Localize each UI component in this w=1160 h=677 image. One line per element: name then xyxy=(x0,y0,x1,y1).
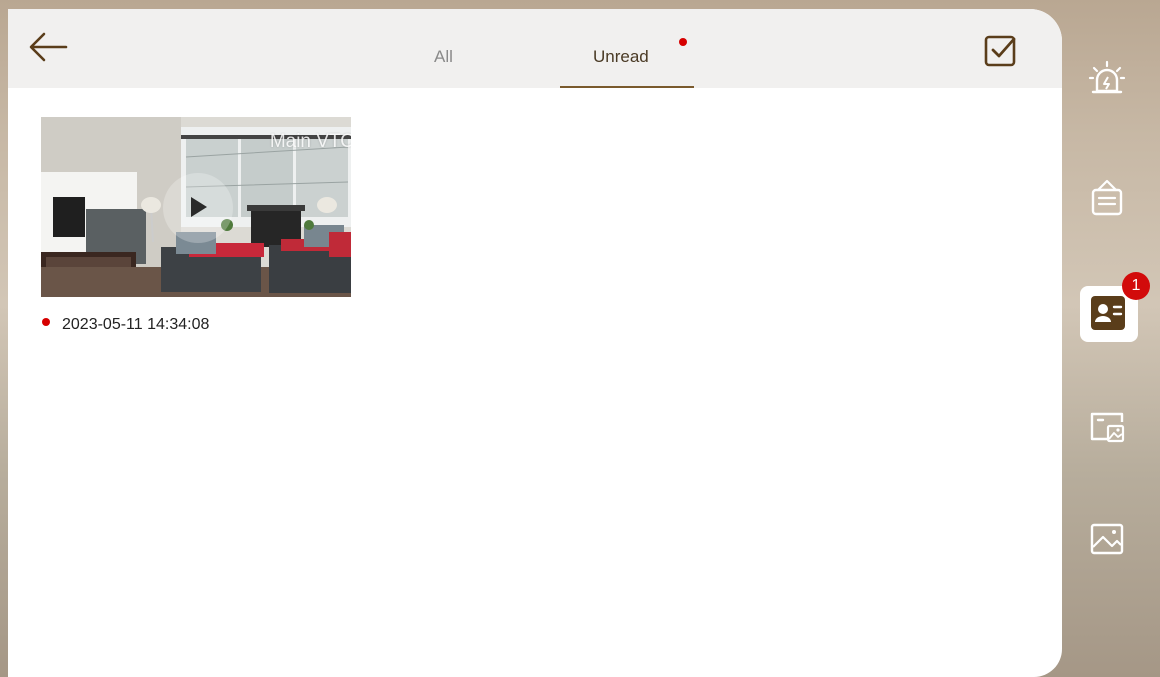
tab-unread[interactable]: Unread xyxy=(593,47,649,67)
top-bar: All Unread xyxy=(8,9,1062,88)
unread-dot xyxy=(42,318,50,326)
record-timestamp: 2023-05-11 14:34:08 xyxy=(62,316,210,333)
active-tab-underline xyxy=(560,86,694,88)
unread-indicator-dot xyxy=(679,38,687,46)
sidebar-item-notice[interactable] xyxy=(1088,178,1126,216)
record-thumbnail[interactable]: Main VTO xyxy=(41,117,351,297)
checkbox-icon xyxy=(984,35,1016,67)
alarm-icon xyxy=(1088,60,1126,94)
sidebar-item-pictures[interactable] xyxy=(1088,520,1126,558)
tab-all[interactable]: All xyxy=(434,47,453,67)
back-button[interactable] xyxy=(26,29,70,65)
unread-count-badge: 1 xyxy=(1122,272,1150,300)
channel-label: Main VTO xyxy=(269,131,351,152)
notice-board-icon xyxy=(1091,179,1123,216)
select-mode-button[interactable] xyxy=(982,33,1018,69)
arrow-left-icon xyxy=(29,32,68,62)
pictures-icon xyxy=(1090,523,1124,555)
sidebar-item-video-records[interactable] xyxy=(1088,408,1126,446)
video-records-icon xyxy=(1090,412,1125,443)
sidebar-item-alarm[interactable] xyxy=(1088,58,1126,96)
play-icon[interactable] xyxy=(191,197,207,217)
main-panel: All Unread Main VTO 2023-05-11 14:34:08 xyxy=(8,9,1062,677)
